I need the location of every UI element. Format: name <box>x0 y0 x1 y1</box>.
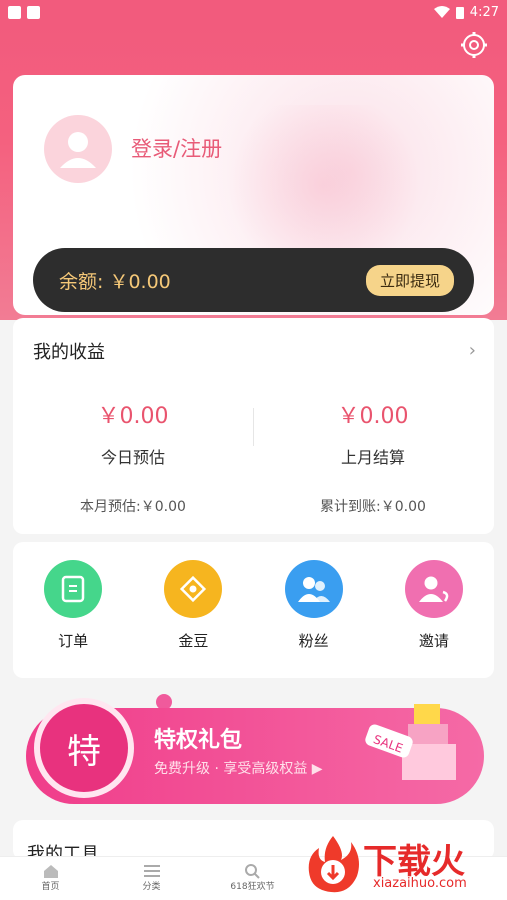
privilege-badge-text: 特 <box>67 731 101 772</box>
watermark: 下载火 xiazaihuo.com <box>301 832 501 896</box>
notification-icon <box>8 5 21 19</box>
decorative-glow <box>214 105 434 265</box>
balance-bar: 余额: ￥0.00 立即提现 <box>33 248 474 312</box>
balance-amount: 余额: ￥0.00 <box>59 270 171 293</box>
search-icon <box>245 863 260 879</box>
login-register-link[interactable]: 登录/注册 <box>131 133 222 163</box>
earnings-title: 我的收益 <box>33 342 105 363</box>
today-amount: ￥0.00 <box>97 404 169 429</box>
nav-category[interactable]: 分类 <box>101 857 202 900</box>
shortcut-gold-beans-label: 金豆 <box>178 632 209 650</box>
shortcut-orders-label: 订单 <box>58 632 89 650</box>
banner-title: 特权礼包 <box>154 728 243 753</box>
settings-gear-icon[interactable] <box>459 30 489 60</box>
nav-category-label: 分类 <box>142 882 161 892</box>
home-icon <box>43 864 58 878</box>
shortcut-gold-beans[interactable]: 金豆 <box>143 560 243 678</box>
shortcut-fans-label: 粉丝 <box>298 632 329 650</box>
total-received: 累计到账:￥0.00 <box>320 499 426 515</box>
gift-box-icon: SALE <box>365 704 456 780</box>
shortcut-fans[interactable]: 粉丝 <box>264 560 364 678</box>
shortcut-grid: 订单 金豆 粉丝 邀请 <box>13 542 494 678</box>
banner-subtitle: 免费升级 · 享受高级权益 ▶ <box>154 761 323 777</box>
status-time: 4:27 <box>469 4 499 20</box>
fans-icon <box>284 560 343 618</box>
last-month-settlement: ￥0.00 上月结算 <box>253 398 493 468</box>
shortcut-invite-label: 邀请 <box>418 632 449 650</box>
nav-618-label: 618狂欢节 <box>230 882 275 892</box>
nav-618-festival[interactable]: 618狂欢节 <box>202 857 303 900</box>
month-estimate: 本月预估:￥0.00 <box>80 499 186 515</box>
nav-home[interactable]: 首页 <box>0 857 101 900</box>
watermark-url: xiazaihuo.com <box>373 876 467 891</box>
user-avatar-icon <box>60 132 96 168</box>
gold-bean-icon <box>164 560 223 618</box>
order-icon <box>44 560 103 618</box>
today-estimate: ￥0.00 今日预估 <box>13 398 253 468</box>
shortcut-orders[interactable]: 订单 <box>23 560 123 678</box>
last-month-label: 上月结算 <box>340 448 405 467</box>
battery-icon <box>455 6 464 19</box>
nav-home-label: 首页 <box>41 882 60 892</box>
chevron-right-icon[interactable]: › <box>469 340 476 361</box>
withdraw-button[interactable]: 立即提现 <box>365 264 454 296</box>
invite-icon <box>404 560 463 618</box>
list-icon <box>143 865 160 877</box>
status-bar: 4:27 <box>0 0 507 24</box>
flame-logo-icon <box>308 836 359 893</box>
wifi-icon <box>433 6 450 18</box>
privilege-badge: 特 <box>34 698 134 798</box>
today-label: 今日预估 <box>100 448 165 467</box>
shortcut-invite[interactable]: 邀请 <box>384 560 484 678</box>
app-notification-icon <box>27 5 40 19</box>
last-month-amount: ￥0.00 <box>337 404 409 429</box>
earnings-card: 我的收益 › ￥0.00 今日预估 ￥0.00 上月结算 本月预估:￥0.00 … <box>13 318 494 534</box>
avatar[interactable] <box>44 115 112 183</box>
